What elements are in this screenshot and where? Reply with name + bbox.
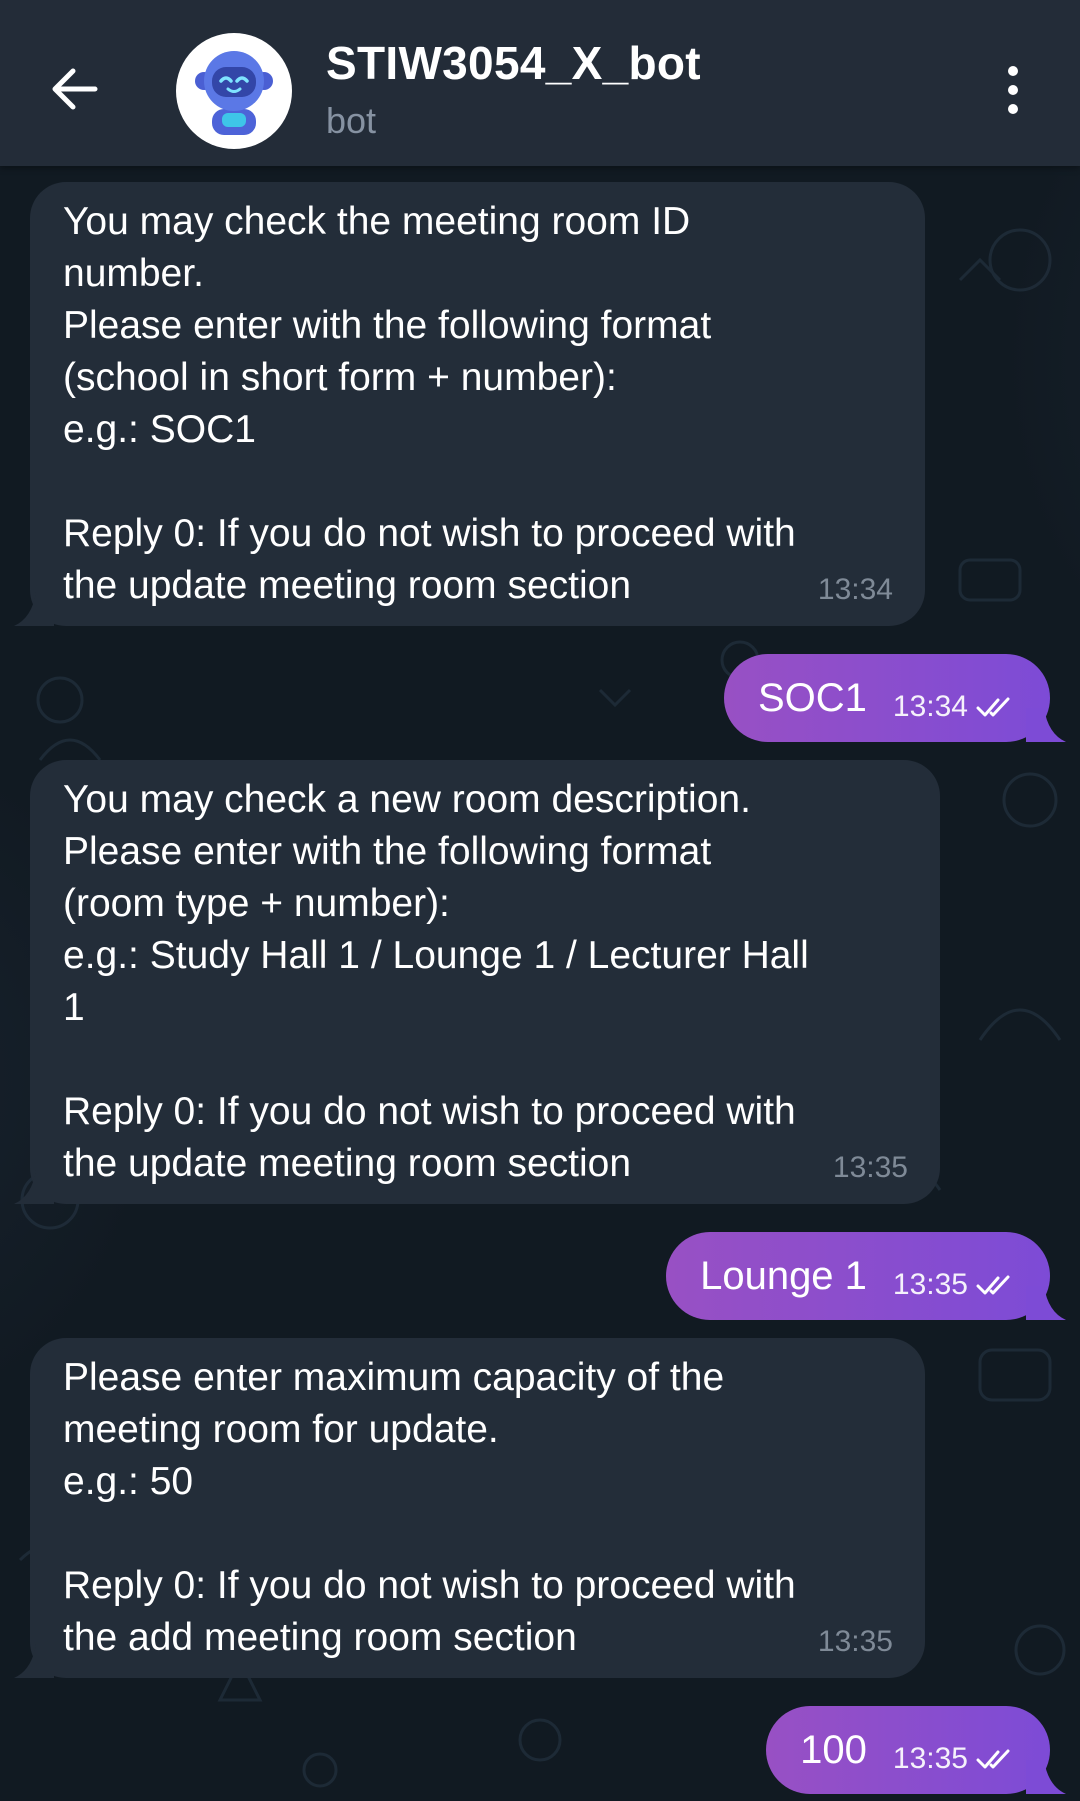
bubble-tail (14, 1170, 54, 1204)
incoming-message[interactable]: Please enter maximum capacity of the mee… (14, 1338, 925, 1678)
bubble-tail (1026, 1286, 1066, 1320)
chat-subtitle: bot (326, 100, 377, 141)
message-text: You may check a new room description. Pl… (63, 778, 809, 1185)
message-time: 13:35 (892, 1742, 968, 1775)
double-check-icon (976, 697, 1010, 717)
message-text: 100 (800, 1728, 867, 1772)
arrow-left-icon (52, 68, 98, 110)
bubble-tail (14, 592, 54, 626)
message-text: Lounge 1 (700, 1254, 867, 1298)
message-list[interactable]: You may check the meeting room ID number… (0, 166, 1080, 1801)
message-time: 13:35 (832, 1151, 908, 1184)
message-text: SOC1 (757, 676, 867, 720)
outgoing-message[interactable]: 100 13:35 (766, 1706, 1066, 1794)
message-text: Please enter maximum capacity of the mee… (63, 1356, 796, 1659)
more-vertical-icon (1008, 66, 1018, 76)
more-vertical-icon-dot (1008, 104, 1018, 114)
message-text: You may check the meeting room ID number… (63, 200, 796, 607)
incoming-message[interactable]: You may check the meeting room ID number… (14, 182, 925, 626)
more-vertical-icon-dot (1008, 85, 1018, 95)
outgoing-message[interactable]: Lounge 1 13:35 (666, 1232, 1066, 1320)
bubble-tail (1026, 708, 1066, 742)
robot-avatar-icon (195, 51, 273, 135)
chat-header: STIW3054_X_bot bot (0, 0, 1080, 166)
outgoing-message[interactable]: SOC1 13:34 (723, 654, 1066, 742)
back-button[interactable] (40, 50, 110, 128)
double-check-icon (976, 1749, 1010, 1769)
message-time: 13:34 (892, 690, 968, 723)
incoming-message[interactable]: You may check a new room description. Pl… (14, 760, 940, 1204)
message-time: 13:35 (892, 1268, 968, 1301)
double-check-icon (976, 1275, 1010, 1295)
more-menu-button[interactable] (985, 60, 1041, 120)
bubble-tail (1026, 1760, 1066, 1794)
message-time: 13:34 (817, 573, 893, 606)
bubble-tail (14, 1644, 54, 1678)
chat-title[interactable]: STIW3054_X_bot (326, 36, 701, 90)
message-time: 13:35 (817, 1625, 893, 1658)
avatar[interactable] (176, 33, 292, 149)
